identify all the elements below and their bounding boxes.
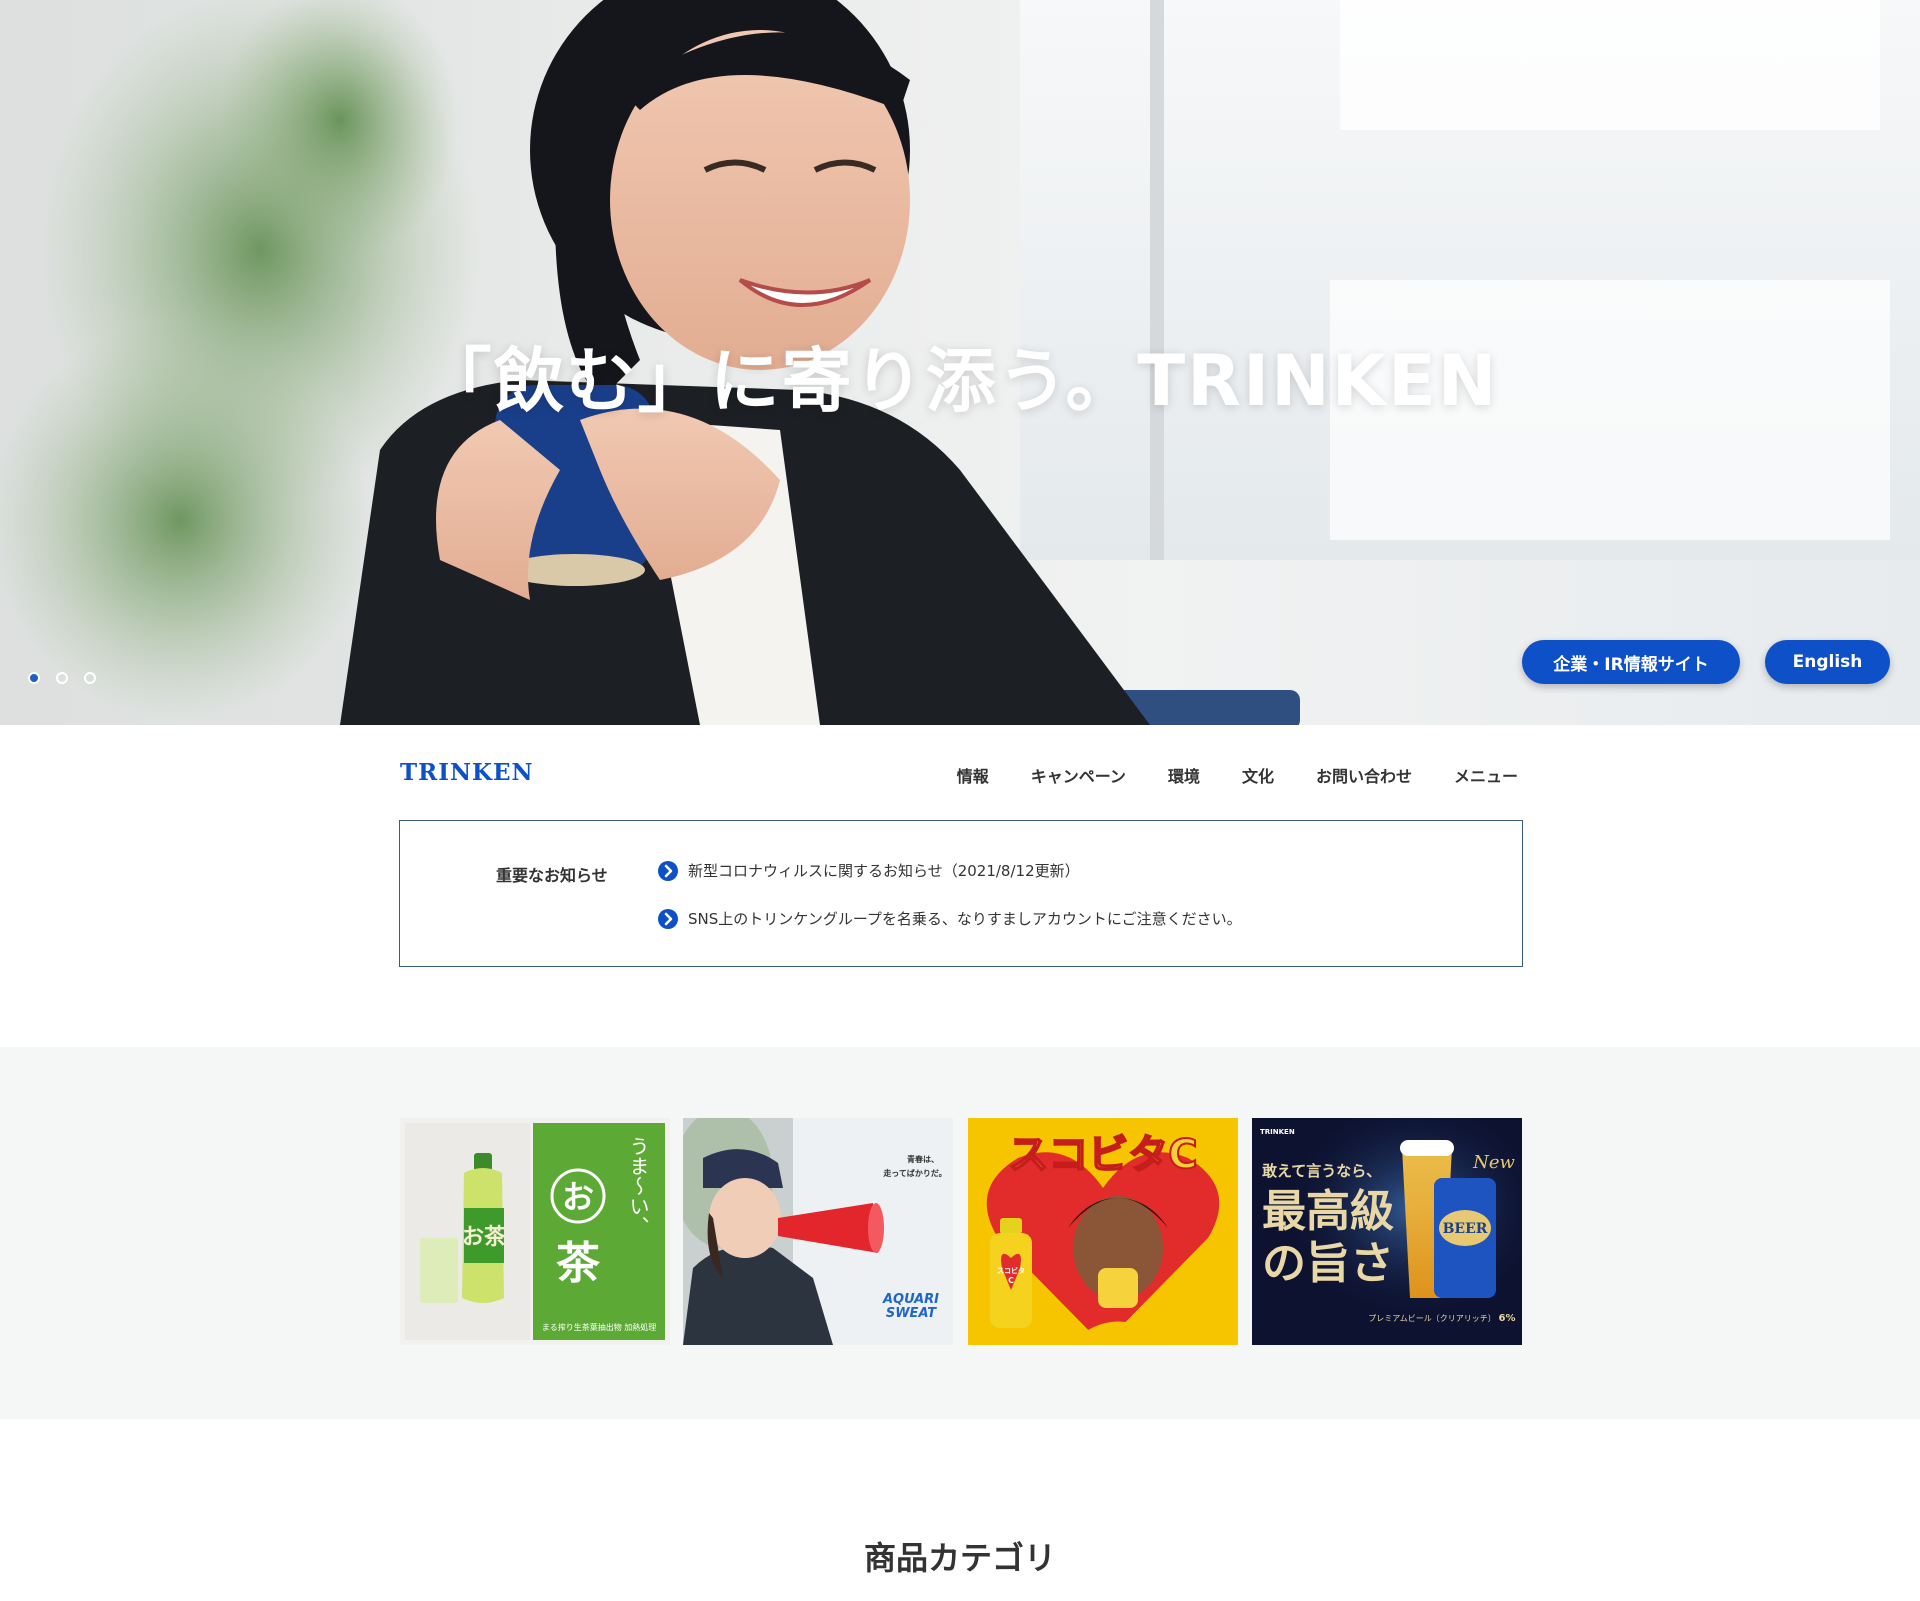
ocha-tagline: うま～い、 xyxy=(626,1136,650,1236)
banner-ocha[interactable]: お茶 お 茶 うま～い、 まる搾り生茶葉抽出物 加熱処理 xyxy=(400,1118,670,1345)
chevron-right-icon xyxy=(658,860,678,881)
svg-text:お: お xyxy=(562,1178,594,1216)
site-logo[interactable]: TRINKEN xyxy=(400,759,534,786)
nav-item-info[interactable]: 情報 xyxy=(957,763,989,787)
campaign-banners: お茶 お 茶 うま～い、 まる搾り生茶葉抽出物 加熱処理 青春は、 走ってばかり… xyxy=(0,1047,1920,1419)
beer-maker: TRINKEN xyxy=(1260,1128,1295,1136)
beer-new-label: New xyxy=(1472,1152,1515,1173)
hero-carousel[interactable]: 「飲む」に寄り添う。TRINKEN 企業・IR情報サイト English xyxy=(0,0,1920,725)
product-category-heading: 商品カテゴリ xyxy=(863,1539,1056,1577)
nav-item-environment[interactable]: 環境 xyxy=(1168,763,1200,787)
notice-link[interactable]: SNS上のトリンケングループを名乗る、なりすましアカウントにご注意ください。 xyxy=(658,908,1242,929)
notice-link-text: 新型コロナウィルスに関するお知らせ（2021/8/12更新） xyxy=(688,862,1080,880)
main-navbar: TRINKEN 情報 キャンペーン 環境 文化 お問い合わせ メニュー xyxy=(0,725,1920,815)
global-nav: 情報 キャンペーン 環境 文化 お問い合わせ メニュー xyxy=(957,763,1518,787)
notice-title: 重要なお知らせ xyxy=(496,866,608,885)
nav-item-culture[interactable]: 文化 xyxy=(1242,763,1274,787)
important-notice-box: 重要なお知らせ 新型コロナウィルスに関するお知らせ（2021/8/12更新） S… xyxy=(399,820,1523,967)
chevron-right-icon xyxy=(658,908,678,929)
banner-sukobita-c[interactable]: スコビタC スコビタ C xyxy=(968,1118,1238,1345)
sukobita-bottle-2: C xyxy=(1008,1276,1014,1285)
carousel-dot-3[interactable] xyxy=(84,672,96,684)
beer-line-2: 最高級 xyxy=(1262,1186,1394,1237)
nav-item-menu[interactable]: メニュー xyxy=(1454,763,1518,787)
notice-link-text: SNS上のトリンケングループを名乗る、なりすましアカウントにご注意ください。 xyxy=(688,910,1242,928)
beer-product-name: プレミアムビール〔クリアリッチ〕 xyxy=(1368,1314,1495,1323)
aquari-logo-2: SWEAT xyxy=(886,1306,937,1321)
ir-site-button[interactable]: 企業・IR情報サイト xyxy=(1522,640,1740,684)
beer-line-1: 敢えて言うなら、 xyxy=(1262,1162,1381,1180)
banner-premium-beer[interactable]: TRINKEN 敢えて言うなら、 最高級 の旨さ BEER New プレミアムビ… xyxy=(1252,1118,1522,1345)
aquari-copy-1: 青春は、 xyxy=(907,1154,939,1164)
carousel-dot-2[interactable] xyxy=(56,672,68,684)
english-button[interactable]: English xyxy=(1765,640,1890,684)
nav-item-contact[interactable]: お問い合わせ xyxy=(1316,763,1412,787)
ocha-footer: まる搾り生茶葉抽出物 加熱処理 xyxy=(542,1322,657,1332)
beer-line-3: の旨さ xyxy=(1262,1238,1394,1289)
sukobita-bottle-1: スコビタ xyxy=(997,1266,1025,1275)
svg-text:茶: 茶 xyxy=(556,1238,601,1289)
beer-abv: 6% xyxy=(1499,1313,1516,1324)
banner-aquari-sweat[interactable]: 青春は、 走ってばかりだ。 AQUARI SWEAT xyxy=(683,1118,953,1345)
nav-item-campaign[interactable]: キャンペーン xyxy=(1031,763,1126,787)
hero-headline: 「飲む」に寄り添う。TRINKEN xyxy=(421,340,1499,422)
notice-link[interactable]: 新型コロナウィルスに関するお知らせ（2021/8/12更新） xyxy=(658,860,1080,881)
aquari-copy-2: 走ってばかりだ。 xyxy=(882,1168,946,1178)
carousel-dot-1[interactable] xyxy=(28,672,40,684)
sukobita-title: スコビタC xyxy=(1008,1132,1197,1178)
ocha-bottle-label: お茶 xyxy=(462,1224,507,1250)
aquari-logo-1: AQUARI xyxy=(882,1292,939,1307)
beer-can-label: BEER xyxy=(1443,1221,1488,1237)
carousel-dots xyxy=(28,672,96,684)
